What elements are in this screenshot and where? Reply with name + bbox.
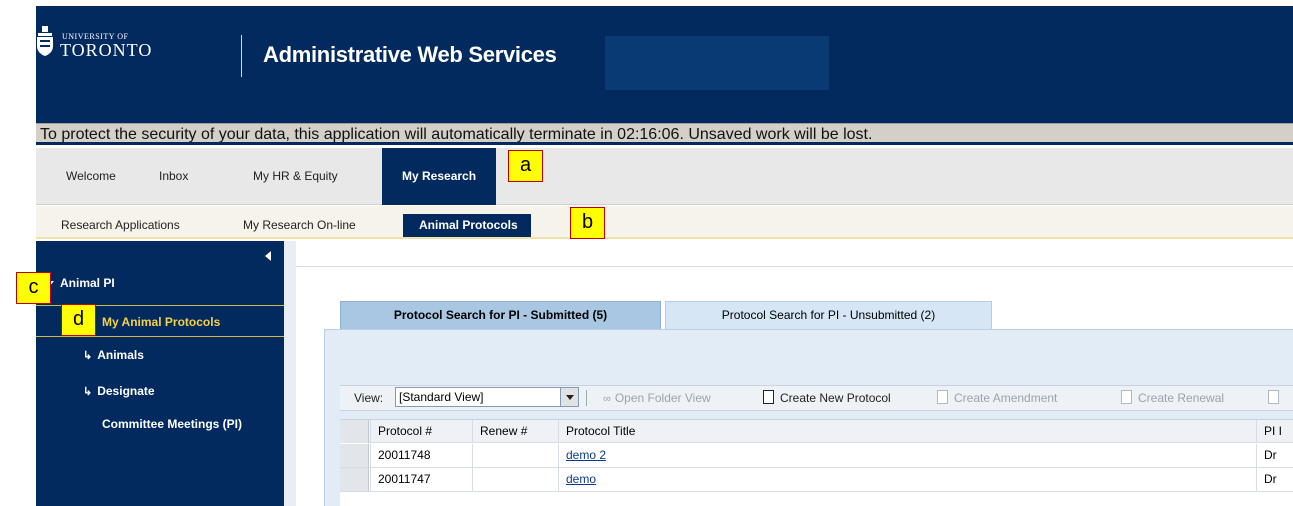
protocols-table: Protocol # Renew # Protocol Title PI I 2… <box>340 419 1293 506</box>
content-divider <box>296 266 1293 267</box>
session-timeout-banner: To protect the security of your data, th… <box>36 123 1293 145</box>
document-icon <box>1121 390 1132 404</box>
sidebar: Animal PI My Animal Protocols ↳ Animals ↳… <box>36 241 284 506</box>
callout-c: c <box>16 272 51 304</box>
cell-protocol-number: 20011748 <box>370 444 472 467</box>
sidebar-item-designate[interactable]: ↳ Designate <box>83 384 155 398</box>
subnav-animal-protocols[interactable]: Animal Protocols <box>403 214 531 237</box>
sidebar-item-label: Animals <box>97 348 144 362</box>
row-selector[interactable] <box>340 468 369 491</box>
sidebar-item-committee-meetings[interactable]: Committee Meetings (PI) <box>102 417 242 431</box>
create-renewal-button[interactable]: Create Renewal <box>1121 386 1224 410</box>
open-folder-label: Open Folder View <box>614 391 711 405</box>
column-header-renew[interactable]: Renew # <box>472 420 558 443</box>
app-title: Administrative Web Services <box>263 42 557 67</box>
column-header-title[interactable]: Protocol Title <box>558 420 1256 443</box>
open-folder-view-button[interactable]: ∞ Open Folder View <box>603 386 711 410</box>
cell-renew-number <box>472 444 558 467</box>
sidebar-splitter[interactable] <box>284 241 296 506</box>
document-icon <box>937 390 948 404</box>
cell-protocol-title: demo 2 <box>558 444 1256 467</box>
callout-b: b <box>570 207 605 239</box>
sidebar-item-label: Designate <box>97 384 155 398</box>
secondary-nav: Research Applications My Research On-lin… <box>36 206 1293 239</box>
view-dropdown-value: [Standard View] <box>399 390 484 404</box>
column-header-protocol[interactable]: Protocol # <box>370 420 472 443</box>
view-dropdown[interactable]: [Standard View] <box>395 387 579 407</box>
create-new-protocol-button[interactable]: Create New Protocol <box>763 386 891 410</box>
nav-tab-welcome[interactable]: Welcome <box>66 148 116 205</box>
toolbar-separator <box>586 390 587 406</box>
more-toolbar-button[interactable] <box>1268 386 1285 410</box>
expand-arrow-icon: ↳ <box>83 386 93 398</box>
chevron-down-icon[interactable] <box>560 388 578 406</box>
nav-tab-hr-equity[interactable]: My HR & Equity <box>253 148 338 205</box>
column-header-pi[interactable]: PI I <box>1256 420 1293 443</box>
create-new-label: Create New Protocol <box>780 391 891 405</box>
cell-renew-number <box>472 468 558 491</box>
table-row: 20011748 demo 2 Dr <box>340 444 1293 468</box>
cell-protocol-number: 20011747 <box>370 468 472 491</box>
select-all-cell[interactable] <box>340 420 369 443</box>
subnav-research-applications[interactable]: Research Applications <box>61 206 180 237</box>
cell-pi: Dr <box>1256 444 1293 467</box>
sidebar-item-animals[interactable]: ↳ Animals <box>83 348 144 362</box>
crest-icon <box>37 26 53 56</box>
nav-tab-inbox[interactable]: Inbox <box>159 148 188 205</box>
tab-submitted-protocols[interactable]: Protocol Search for PI - Submitted (5) <box>340 301 661 329</box>
cell-protocol-title: demo <box>558 468 1256 491</box>
expand-arrow-icon: ↳ <box>83 350 93 362</box>
table-row: 20011747 demo Dr <box>340 468 1293 492</box>
row-selector[interactable] <box>340 444 369 467</box>
subnav-my-research-online[interactable]: My Research On-line <box>243 206 356 237</box>
create-amendment-button[interactable]: Create Amendment <box>937 386 1057 410</box>
sidebar-group-label: Animal PI <box>60 276 115 290</box>
document-icon <box>763 390 774 404</box>
cell-pi: Dr <box>1256 468 1293 491</box>
table-header-row: Protocol # Renew # Protocol Title PI I <box>340 419 1293 443</box>
protocol-title-link[interactable]: demo <box>566 472 596 486</box>
callout-a: a <box>508 150 543 182</box>
sidebar-group-animal-pi[interactable]: Animal PI <box>46 276 115 290</box>
create-renewal-label: Create Renewal <box>1138 391 1225 405</box>
sidebar-item-label: My Animal Protocols <box>102 315 221 329</box>
view-label: View: <box>354 391 384 405</box>
document-icon <box>1268 390 1279 404</box>
primary-nav: Welcome Inbox My HR & Equity My Research <box>36 148 1293 205</box>
create-amendment-label: Create Amendment <box>954 391 1058 405</box>
logo-divider <box>241 35 242 77</box>
header-blank-box <box>605 36 829 90</box>
callout-d: d <box>61 304 96 336</box>
protocol-title-link[interactable]: demo 2 <box>566 448 606 462</box>
nav-tab-my-research[interactable]: My Research <box>382 148 497 205</box>
folder-link-icon: ∞ <box>603 393 611 405</box>
tab-unsubmitted-protocols[interactable]: Protocol Search for PI - Unsubmitted (2) <box>665 301 992 329</box>
collapse-left-icon[interactable] <box>265 251 271 261</box>
logo-big-text: TORONTO <box>60 40 153 60</box>
